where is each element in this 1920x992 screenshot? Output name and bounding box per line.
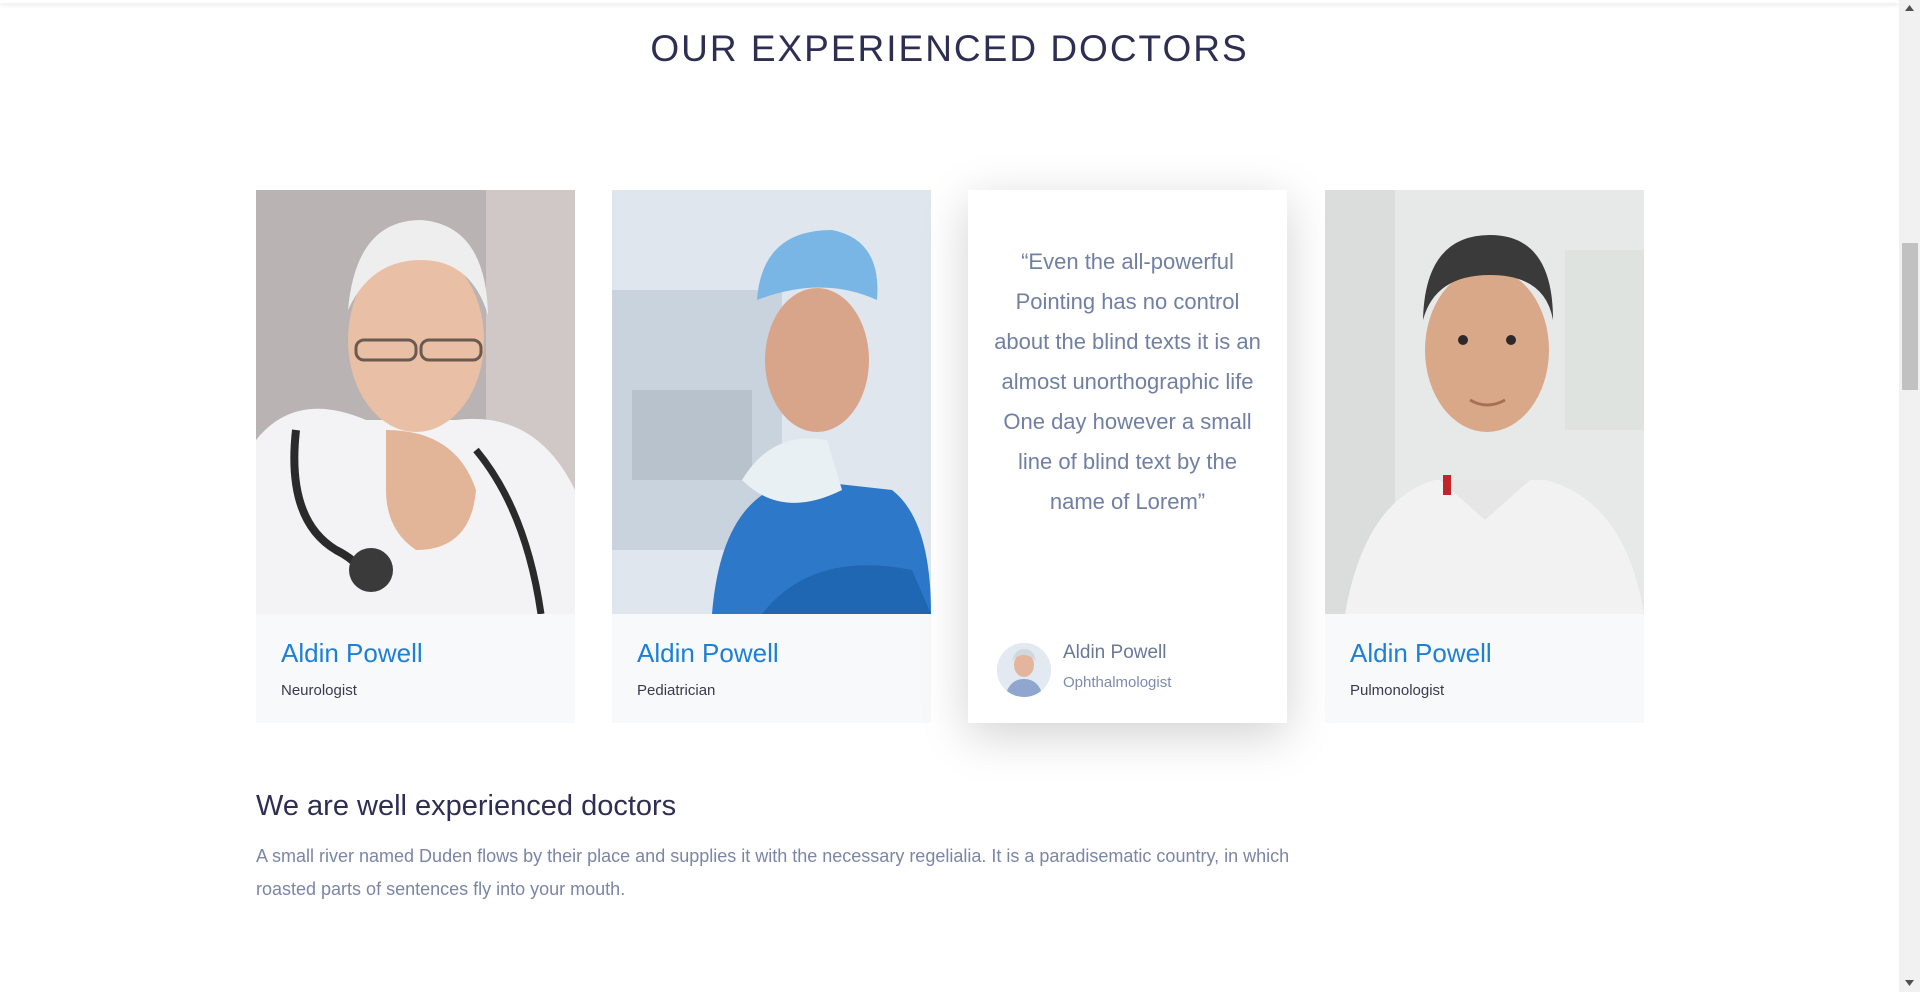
- doctor-info: Aldin Powell Neurologist: [256, 614, 575, 723]
- testimonial-quote: “Even the all-powerful Pointing has no c…: [994, 249, 1261, 514]
- doctor-info: Aldin Powell Pediatrician: [612, 614, 931, 723]
- doctor-card-1[interactable]: Aldin Powell Neurologist: [256, 190, 575, 723]
- doctor-name-link[interactable]: Aldin Powell: [281, 638, 423, 669]
- doctor-role: Neurologist: [281, 682, 357, 699]
- testimonial-name: Aldin Powell: [1063, 642, 1167, 663]
- doctor-photo-surgeon[interactable]: [612, 190, 931, 614]
- triangle-up-icon: [1905, 5, 1914, 11]
- doctor-card-3[interactable]: Aldin Powell Pulmonologist: [1325, 190, 1644, 723]
- testimonial-card: “Even the all-powerful Pointing has no c…: [968, 190, 1287, 723]
- about-heading: We are well experienced doctors: [256, 790, 677, 822]
- doctor-card-2[interactable]: Aldin Powell Pediatrician: [612, 190, 931, 723]
- doctor-name-link[interactable]: Aldin Powell: [1350, 638, 1492, 669]
- scrollbar-thumb[interactable]: [1902, 243, 1918, 390]
- about-paragraph: A small river named Duden flows by their…: [256, 846, 1290, 899]
- page: OUR EXPERIENCED DOCTORS Aldin Powell Neu…: [0, 0, 1899, 992]
- scroll-up-button[interactable]: [1899, 0, 1920, 17]
- header-shadow: [0, 0, 1899, 3]
- testimonial-avatar: [997, 643, 1051, 697]
- doctor-name-link[interactable]: Aldin Powell: [637, 638, 779, 669]
- doctor-info: Aldin Powell Pulmonologist: [1325, 614, 1644, 723]
- triangle-down-icon: [1905, 980, 1914, 986]
- doctor-role: Pulmonologist: [1350, 682, 1445, 699]
- testimonial-role: Ophthalmologist: [1063, 674, 1172, 691]
- doctor-role: Pediatrician: [637, 682, 716, 699]
- doctor-photo-young[interactable]: [1325, 190, 1644, 614]
- scroll-down-button[interactable]: [1899, 975, 1920, 992]
- doctor-photo-elderly[interactable]: [256, 190, 575, 614]
- vertical-scrollbar[interactable]: [1899, 0, 1920, 992]
- section-title: OUR EXPERIENCED DOCTORS: [650, 28, 1249, 69]
